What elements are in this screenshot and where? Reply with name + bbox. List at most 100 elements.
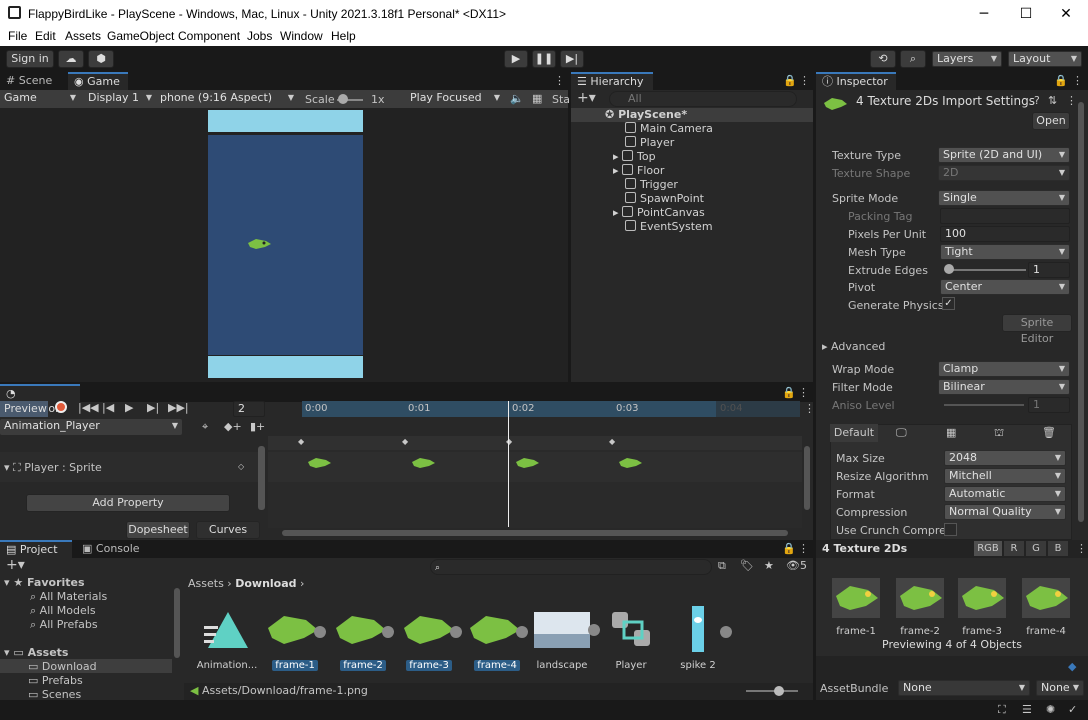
hierarchy-item-player[interactable]: Player: [625, 136, 674, 149]
sprite-key-1[interactable]: [306, 456, 332, 470]
menu-window[interactable]: Window: [280, 29, 323, 43]
step-button[interactable]: ▶|: [560, 50, 584, 68]
webgl-icon[interactable]: ▦: [946, 426, 956, 439]
debug-icon[interactable]: ✺: [1046, 703, 1055, 716]
menu-assets[interactable]: Assets: [65, 29, 101, 43]
max-size-dropdown[interactable]: 2048: [944, 450, 1066, 466]
channel-r[interactable]: R: [1004, 541, 1024, 556]
extrude-field[interactable]: 1: [1028, 262, 1070, 278]
extrude-slider-thumb[interactable]: [944, 264, 954, 274]
panel-menu-icon[interactable]: ⋮: [799, 74, 810, 87]
maximize-button[interactable]: ☐: [1006, 4, 1046, 24]
play-anim-icon[interactable]: ▶: [125, 401, 133, 414]
frame-2-asset[interactable]: [332, 608, 394, 652]
favorite-star-icon[interactable]: ★: [764, 559, 774, 572]
ppu-field[interactable]: 100: [940, 226, 1070, 242]
asset-label-frame-3[interactable]: frame-3: [400, 660, 458, 671]
menu-help[interactable]: Help: [331, 29, 356, 43]
search-icon[interactable]: ⌕: [900, 50, 926, 68]
add-property-button[interactable]: Add Property: [26, 494, 230, 512]
network-icon[interactable]: ⛶: [998, 703, 1006, 717]
sprite-key-2[interactable]: [410, 456, 436, 470]
sprite-key-3[interactable]: [514, 456, 540, 470]
filter-mode-dropdown[interactable]: Bilinear: [938, 379, 1070, 395]
tree-scrollbar[interactable]: [174, 588, 180, 658]
folder-prefabs[interactable]: ▭ Prefabs: [28, 674, 83, 687]
asset-label-player[interactable]: Player: [602, 660, 660, 671]
preview-toggle[interactable]: Preview: [0, 401, 48, 417]
sprite-mode-dropdown[interactable]: Single: [938, 190, 1070, 206]
lock-icon[interactable]: 🔒: [782, 542, 796, 555]
resize-dropdown[interactable]: Mitchell: [944, 468, 1066, 484]
panel-menu-icon[interactable]: ⋮: [1072, 74, 1083, 87]
hierarchy-item-floor[interactable]: ▸ Floor: [613, 164, 664, 177]
playhead[interactable]: [508, 401, 509, 527]
pivot-dropdown[interactable]: Center: [940, 279, 1070, 295]
compression-dropdown[interactable]: Normal Quality: [944, 504, 1066, 520]
add-event-icon[interactable]: ▮+: [250, 420, 265, 433]
layout-dropdown[interactable]: Layout: [1008, 51, 1082, 67]
panel-menu-icon[interactable]: ⋮: [804, 402, 815, 415]
hierarchy-item-main-camera[interactable]: Main Camera: [625, 122, 713, 135]
stats-button[interactable]: Sta: [552, 93, 570, 106]
next-key-icon[interactable]: ▶|: [147, 401, 159, 414]
tab-hierarchy[interactable]: ☰ Hierarchy: [571, 72, 653, 90]
icon-size-slider[interactable]: [746, 690, 798, 692]
menu-file[interactable]: File: [8, 29, 27, 43]
menu-jobs[interactable]: Jobs: [247, 29, 272, 43]
variant-dropdown[interactable]: None: [1036, 680, 1084, 696]
crunch-checkbox[interactable]: [944, 523, 957, 536]
collab-icon[interactable]: ⬢: [88, 50, 114, 68]
cloud-icon[interactable]: ☁: [58, 50, 84, 68]
extrude-slider[interactable]: [946, 269, 1026, 271]
speaker-icon[interactable]: 🔈: [510, 92, 524, 105]
favorites-section[interactable]: ▾ ★ Favorites: [4, 576, 85, 589]
help-icon[interactable]: ?: [1034, 94, 1040, 107]
texture-type-dropdown[interactable]: Sprite (2D and UI): [938, 147, 1070, 163]
hidden-packages-icon[interactable]: 👁5: [786, 559, 807, 572]
panel-menu-icon[interactable]: ⋮: [554, 74, 565, 87]
sign-in-button[interactable]: Sign in: [6, 50, 54, 68]
fav-all-models[interactable]: ⌕ All Models: [30, 604, 96, 618]
player-prefab-icon[interactable]: [608, 608, 656, 652]
channel-b[interactable]: B: [1048, 541, 1068, 556]
frame-1-asset[interactable]: [264, 608, 326, 652]
summary-key-3[interactable]: ◆: [506, 437, 512, 446]
tab-animation[interactable]: ◔ Animation: [0, 384, 80, 415]
game-mode-dropdown[interactable]: Game: [0, 91, 80, 107]
first-key-icon[interactable]: |◀◀: [78, 401, 99, 414]
property-row[interactable]: ▾ ⛶ Player : Sprite: [4, 461, 102, 475]
asset-label-spike[interactable]: spike 2: [676, 660, 720, 671]
filter-icon[interactable]: ⌖: [202, 420, 208, 434]
search-by-label-icon[interactable]: 🏷: [740, 559, 754, 572]
settings-icon[interactable]: ⇅: [1048, 94, 1057, 107]
fav-all-materials[interactable]: ⌕ All Materials: [30, 590, 107, 604]
add-keyframe-icon[interactable]: ◆+: [224, 420, 242, 433]
check-icon[interactable]: ✓: [1068, 703, 1077, 716]
project-search-input[interactable]: ⌕: [430, 559, 712, 575]
clip-dropdown[interactable]: Animation_Player: [0, 419, 182, 435]
menu-edit[interactable]: Edit: [35, 29, 56, 43]
monitor-icon[interactable]: 🖵: [896, 426, 907, 440]
landscape-asset[interactable]: [534, 612, 600, 648]
pause-button[interactable]: ❚❚: [532, 50, 556, 68]
frame-4-asset[interactable]: [466, 608, 528, 652]
prev-key-icon[interactable]: |◀: [102, 401, 114, 414]
close-button[interactable]: ✕: [1046, 4, 1086, 24]
keyframe-diamond-icon[interactable]: ◇: [238, 462, 244, 471]
platform-tab-default[interactable]: Default: [830, 424, 878, 442]
asset-label-animation[interactable]: Animation...: [196, 660, 258, 671]
open-button[interactable]: Open: [1032, 112, 1070, 130]
tab-dopesheet[interactable]: Dopesheet: [126, 521, 190, 539]
asset-label-frame-1[interactable]: frame-1: [266, 660, 324, 671]
tab-inspector[interactable]: ⓘ Inspector: [816, 72, 896, 90]
tab-game[interactable]: ◉ Game: [68, 72, 128, 90]
hierarchy-item-trigger[interactable]: Trigger: [625, 178, 678, 191]
hierarchy-item-spawnpoint[interactable]: SpawnPoint: [625, 192, 704, 205]
display-dropdown[interactable]: Display 1: [84, 91, 156, 107]
fav-all-prefabs[interactable]: ⌕ All Prefabs: [30, 618, 98, 632]
aspect-dropdown[interactable]: phone (9:16 Aspect): [156, 91, 298, 107]
scene-root[interactable]: ✪ PlayScene*: [605, 108, 687, 121]
summary-key-2[interactable]: ◆: [402, 437, 408, 446]
grid-icon[interactable]: ▦: [532, 92, 542, 105]
